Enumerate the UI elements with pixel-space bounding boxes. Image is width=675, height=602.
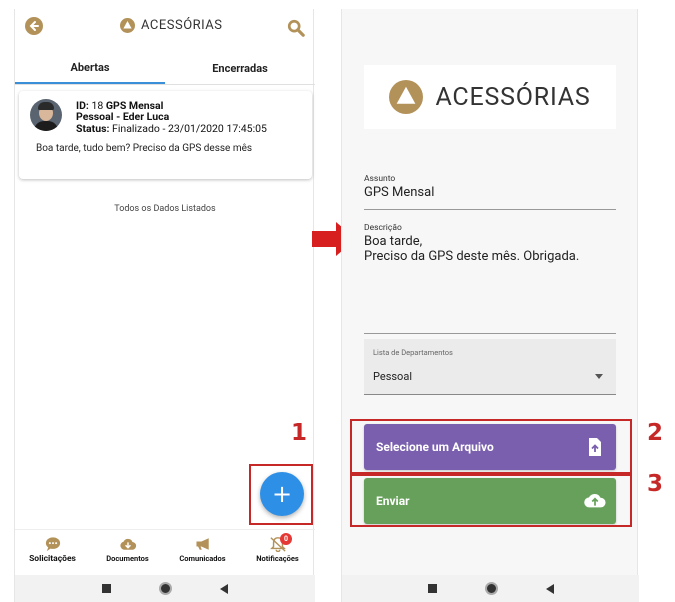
nav-item-documentos[interactable]: Documentos [90,530,165,573]
subject-label: Assunto [364,174,396,184]
notification-badge: 0 [280,533,292,545]
brand-name-large: ACESSÓRIAS [435,82,591,112]
home-icon[interactable] [484,582,498,595]
recent-apps-icon[interactable] [102,584,111,593]
chevron-down-icon [595,374,603,379]
megaphone-icon [195,538,209,550]
system-navigation-bar [342,575,639,602]
nav-item-solicitacoes[interactable]: Solicitações [15,530,90,573]
step-number-2: 2 [647,420,664,446]
step-number-3: 3 [647,471,664,497]
back-button[interactable] [25,17,43,35]
department-select-label: Lista de Departamentos [373,348,453,357]
subject-underline [364,209,616,210]
nav-item-notificacoes[interactable]: 0 Notificações [240,530,315,573]
ticket-message: Boa tarde, tudo bem? Preciso da GPS dess… [36,143,253,154]
nav-label-notificacoes: Notificações [256,554,299,563]
tab-bar: Abertas Encerradas [15,53,315,85]
nav-label-solicitacoes: Solicitações [29,554,76,564]
brand-name: ACESSÓRIAS [141,18,223,33]
highlight-box-3 [350,474,632,527]
search-icon[interactable] [287,19,305,37]
system-back-icon[interactable] [545,583,554,594]
nav-label-documentos: Documentos [106,554,149,563]
ticket-status-line: Status: Finalizado - 23/01/2020 17:45:05 [76,123,267,135]
nav-label-comunicados: Comunicados [179,554,226,563]
ticket-status-label: Status: [76,122,110,135]
top-app-bar: ACESSÓRIAS [15,9,315,49]
cloud-download-icon [119,538,136,550]
subject-input[interactable]: GPS Mensal [364,185,434,200]
description-underline [364,333,616,334]
system-navigation-bar [15,575,315,602]
brand-logo-icon [120,18,135,33]
nav-item-comunicados[interactable]: Comunicados [165,530,240,573]
system-back-icon[interactable] [220,583,228,594]
highlight-box-1 [249,464,313,525]
recent-apps-icon[interactable] [427,584,437,593]
department-select[interactable]: Lista de Departamentos Pessoal [364,339,616,395]
step-number-1: 1 [291,420,308,446]
description-label: Descrição [364,223,402,233]
home-icon[interactable] [159,582,172,595]
brand-banner: ACESSÓRIAS [364,65,616,129]
ticket-card[interactable]: ID: 18 GPS Mensal Pessoal - Eder Luca St… [19,91,312,179]
ticket-status-value: Finalizado - 23/01/2020 17:45:05 [112,122,267,135]
bottom-navigation: Solicitações Documentos Comunicados 0 No… [15,529,315,573]
highlight-box-2 [350,419,632,474]
description-line-1[interactable]: Boa tarde, [364,234,422,249]
brand-header: ACESSÓRIAS [120,18,223,33]
description-line-2[interactable]: Preciso da GPS deste mês. Obrigada. [364,249,579,264]
brand-logo-icon [389,80,424,114]
chat-icon [45,537,60,552]
avatar [30,99,62,131]
list-end-text: Todos os Dados Listados [114,204,216,214]
arrow-left-icon [29,21,39,31]
tab-encerradas[interactable]: Encerradas [165,53,315,84]
tab-abertas[interactable]: Abertas [15,53,165,84]
department-select-value: Pessoal [373,370,412,383]
